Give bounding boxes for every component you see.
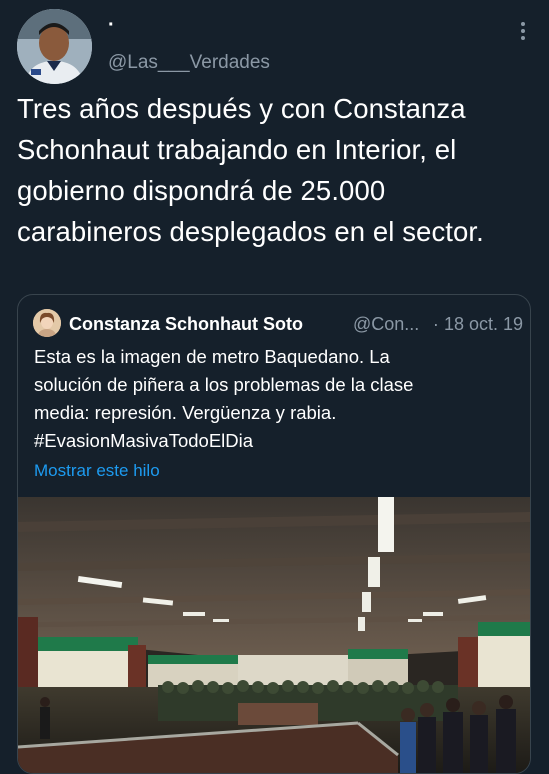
quoted-text-line: media: represión. Vergüenza y rabia. [34,402,337,423]
show-thread-link[interactable]: Mostrar este hilo [34,461,160,481]
display-name[interactable]: · [108,14,115,37]
tweet-text: Tres años después y con Constanza Schonh… [17,93,484,247]
quoted-author-handle[interactable]: @Con... [353,314,419,335]
quoted-text-line: Esta es la imagen de metro Baquedano. La [34,346,390,367]
quoted-avatar-image [33,309,61,337]
quoted-date-value: 18 oct. 19 [443,314,523,334]
quoted-author-name[interactable]: Constanza Schonhaut Soto [69,314,303,335]
avatar-image [17,9,92,84]
quoted-tweet-text: Esta es la imagen de metro Baquedano. La… [34,343,514,455]
avatar[interactable] [17,9,92,84]
hashtag-link[interactable]: #EvasionMasivaTodoElDia [34,430,253,451]
more-vertical-icon[interactable] [519,22,527,44]
more-dot [521,22,525,26]
metro-station-photo[interactable] [18,497,531,774]
date-separator: · [432,314,439,334]
more-dot [521,29,525,33]
quoted-avatar[interactable] [33,309,61,337]
quoted-text-line: solución de piñera a los problemas de la… [34,374,414,395]
quoted-date[interactable]: · 18 oct. 19 [433,314,523,335]
more-dot [521,36,525,40]
quoted-tweet[interactable]: Constanza Schonhaut Soto @Con... · 18 oc… [17,294,531,774]
quoted-tweet-header: Constanza Schonhaut Soto @Con... · 18 oc… [33,309,523,339]
user-handle[interactable]: @Las___Verdades [108,52,270,74]
